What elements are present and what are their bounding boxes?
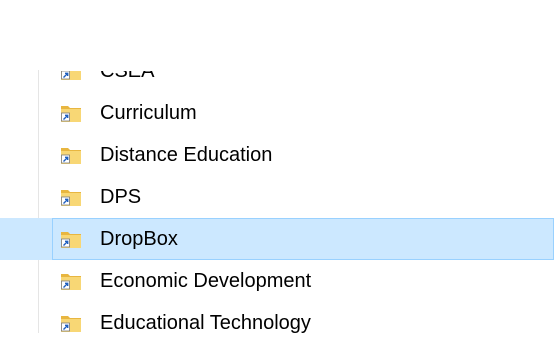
folder-shortcut-icon	[61, 106, 81, 122]
list-item[interactable]: Economic Development	[0, 260, 554, 302]
folder-shortcut-icon	[61, 190, 81, 206]
list-item-label: DPS	[100, 186, 142, 208]
list-item-selected[interactable]: DropBox	[0, 218, 554, 260]
list-item-label: Curriculum	[100, 102, 197, 124]
list-item[interactable]: CSEA	[0, 71, 554, 92]
list-item-label: Economic Development	[100, 270, 312, 292]
list-item[interactable]: Educational Technology	[0, 302, 554, 337]
list-item[interactable]: Curriculum	[0, 92, 554, 134]
folder-list: CSEA Curriculum Distance Education DPS D…	[0, 71, 554, 337]
folder-shortcut-icon	[61, 148, 81, 164]
list-item[interactable]: Distance Education	[0, 134, 554, 176]
list-item-label: DropBox	[100, 228, 178, 250]
folder-shortcut-icon	[61, 316, 81, 332]
folder-shortcut-icon	[61, 71, 81, 80]
folder-shortcut-icon	[61, 274, 81, 290]
list-item-label: CSEA	[100, 71, 155, 82]
folder-list-viewport[interactable]: CSEA Curriculum Distance Education DPS D…	[0, 71, 554, 337]
list-item-label: Educational Technology	[100, 312, 311, 334]
list-item-label: Distance Education	[100, 144, 273, 166]
list-item[interactable]: DPS	[0, 176, 554, 218]
folder-shortcut-icon	[61, 232, 81, 248]
